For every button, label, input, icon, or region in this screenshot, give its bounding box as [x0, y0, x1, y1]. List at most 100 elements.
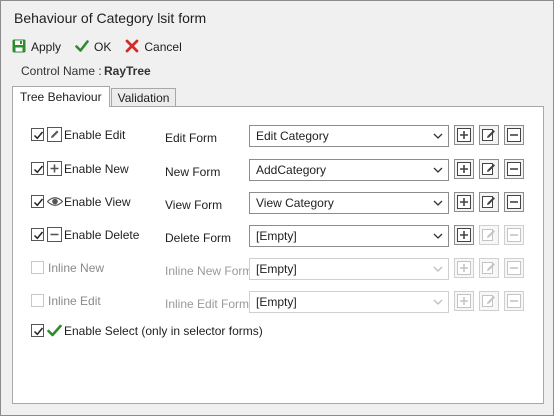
inline-edit-row: Inline Edit Inline Edit Form [Empty] [13, 289, 543, 313]
minus-box-icon [507, 228, 521, 242]
delete-form-label: Delete Form [165, 231, 232, 245]
window-title: Behaviour of Category lsit form [14, 10, 207, 26]
new-form-value: AddCategory [256, 163, 327, 177]
inline-new-form-label: Inline New Form [165, 264, 253, 278]
edit-form-select[interactable]: Edit Category [249, 125, 449, 147]
cancel-label: Cancel [144, 40, 182, 54]
enable-edit-checkbox[interactable] [31, 128, 44, 141]
edit-icon [482, 196, 495, 208]
tab-tree-behaviour[interactable]: Tree Behaviour [12, 86, 110, 107]
minus-box-icon [47, 227, 62, 242]
enable-view-checkbox[interactable] [31, 195, 44, 208]
inline-new-form-select[interactable]: [Empty] [249, 258, 449, 280]
plus-box-icon [457, 162, 471, 176]
edit-form-button[interactable] [479, 125, 499, 145]
inline-edit-form-select[interactable]: [Empty] [249, 291, 449, 313]
cancel-button[interactable]: Cancel [125, 39, 182, 56]
edit-icon [482, 163, 495, 175]
view-form-select[interactable]: View Category [249, 192, 449, 214]
tab-validation[interactable]: Validation [110, 88, 177, 107]
chevron-down-icon [433, 266, 443, 272]
remove-form-button[interactable] [504, 125, 524, 145]
inline-new-label: Inline New [48, 261, 105, 275]
control-name-value: RayTree [104, 64, 151, 78]
inline-new-form-value: [Empty] [256, 262, 297, 276]
inline-edit-form-value: [Empty] [256, 295, 297, 309]
inline-edit-checkbox[interactable] [31, 294, 44, 307]
apply-label: Apply [31, 40, 62, 54]
plus-box-icon [457, 128, 471, 142]
apply-button[interactable]: Apply [12, 39, 61, 56]
inline-new-checkbox[interactable] [31, 261, 44, 274]
view-form-value: View Category [256, 196, 334, 210]
plus-box-icon [457, 228, 471, 242]
edit-form-button[interactable] [479, 291, 499, 311]
add-form-button[interactable] [454, 125, 474, 145]
check-icon [75, 39, 94, 56]
enable-select-row: Enable Select (only in selector forms) [13, 319, 543, 343]
plus-box-icon [47, 161, 62, 176]
plus-box-icon [457, 261, 471, 275]
remove-form-button[interactable] [504, 192, 524, 212]
close-icon [125, 39, 144, 56]
edit-icon [482, 295, 495, 307]
chevron-down-icon [433, 200, 443, 206]
remove-form-button[interactable] [504, 159, 524, 179]
edit-form-label: Edit Form [165, 131, 218, 145]
edit-icon [482, 129, 495, 141]
ok-label: OK [94, 40, 112, 54]
enable-new-label: Enable New [64, 162, 129, 176]
remove-form-button[interactable] [504, 225, 524, 245]
control-name-label: Control Name : [21, 64, 102, 78]
enable-select-label: Enable Select (only in selector forms) [64, 324, 263, 338]
ok-button[interactable]: OK [75, 39, 111, 56]
dialog-window: Behaviour of Category lsit form Apply OK… [0, 0, 554, 416]
checkmark-icon [47, 323, 62, 338]
enable-view-label: Enable View [64, 195, 131, 209]
add-form-button[interactable] [454, 225, 474, 245]
add-form-button[interactable] [454, 291, 474, 311]
chevron-down-icon [433, 299, 443, 305]
chevron-down-icon [433, 133, 443, 139]
toolbar: Apply OK Cancel [12, 37, 196, 57]
enable-delete-row: Enable Delete Delete Form [Empty] [13, 223, 543, 247]
remove-form-button[interactable] [504, 291, 524, 311]
edit-icon [482, 229, 495, 241]
edit-icon [482, 262, 495, 274]
inline-new-row: Inline New Inline New Form [Empty] [13, 256, 543, 280]
edit-form-button[interactable] [479, 225, 499, 245]
pencil-icon [47, 127, 62, 142]
minus-box-icon [507, 128, 521, 142]
enable-select-checkbox[interactable] [31, 324, 44, 337]
inline-edit-label: Inline Edit [48, 294, 101, 308]
chevron-down-icon [433, 167, 443, 173]
minus-box-icon [507, 162, 521, 176]
enable-new-checkbox[interactable] [31, 162, 44, 175]
tab-strip: Tree Behaviour Validation [12, 86, 177, 107]
delete-form-select[interactable]: [Empty] [249, 225, 449, 247]
minus-box-icon [507, 195, 521, 209]
delete-form-value: [Empty] [256, 229, 297, 243]
new-form-label: New Form [165, 165, 221, 179]
enable-delete-checkbox[interactable] [31, 228, 44, 241]
inline-edit-form-label: Inline Edit Form [165, 297, 250, 311]
chevron-down-icon [433, 233, 443, 239]
enable-edit-row: Enable Edit Edit Form Edit Category [13, 123, 543, 147]
plus-box-icon [457, 195, 471, 209]
add-form-button[interactable] [454, 192, 474, 212]
plus-box-icon [457, 294, 471, 308]
edit-form-button[interactable] [479, 192, 499, 212]
add-form-button[interactable] [454, 258, 474, 278]
edit-form-button[interactable] [479, 159, 499, 179]
enable-delete-label: Enable Delete [64, 228, 140, 242]
enable-view-row: Enable View View Form View Category [13, 190, 543, 214]
add-form-button[interactable] [454, 159, 474, 179]
edit-form-button[interactable] [479, 258, 499, 278]
remove-form-button[interactable] [504, 258, 524, 278]
eye-icon [46, 194, 64, 209]
tab-panel: Enable Edit Edit Form Edit Category Enab… [12, 106, 544, 404]
new-form-select[interactable]: AddCategory [249, 159, 449, 181]
edit-form-value: Edit Category [256, 129, 329, 143]
view-form-label: View Form [165, 198, 223, 212]
minus-box-icon [507, 294, 521, 308]
